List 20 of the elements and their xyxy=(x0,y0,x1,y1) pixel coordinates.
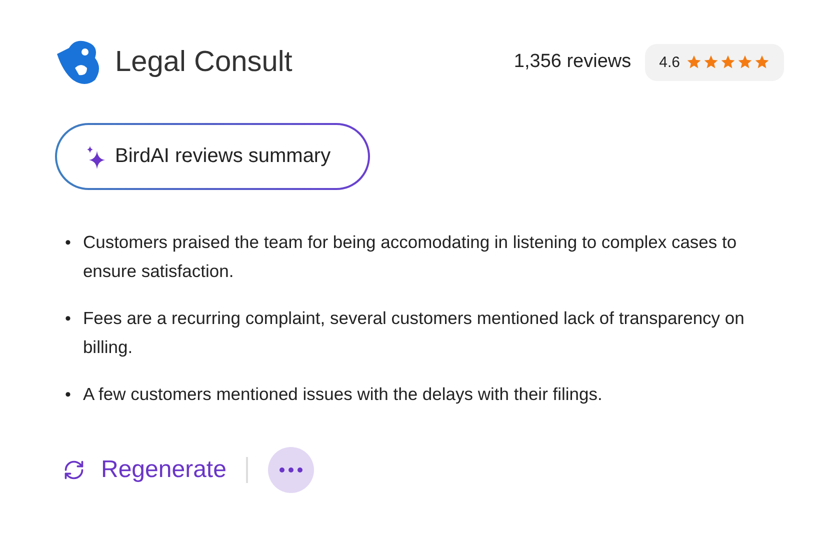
star-icon xyxy=(686,54,702,70)
bullet: • xyxy=(65,384,71,406)
star-icon xyxy=(720,54,736,70)
summary-title: BirdAI reviews summary xyxy=(115,145,331,168)
brand-name: Legal Consult xyxy=(115,46,292,78)
star-icon xyxy=(754,54,770,70)
star-icon xyxy=(737,54,753,70)
sparkle-icon xyxy=(85,144,107,168)
review-count: 1,356 reviews xyxy=(514,51,632,73)
regenerate-button[interactable]: Regenerate xyxy=(55,456,226,484)
bullet: • xyxy=(65,232,71,254)
more-button[interactable] xyxy=(268,447,314,493)
summary-point: Customers praised the team for being accomodating in listening to complex cases to ensure satisfaction. xyxy=(82,231,738,283)
bullet: • xyxy=(65,308,71,330)
rating-score: 4.6 xyxy=(659,54,680,70)
more-icon xyxy=(279,467,304,473)
summary-point: Fees are a recurring complaint, several customers mentioned lack of transparency on billing. xyxy=(82,307,746,359)
refresh-icon xyxy=(63,459,85,481)
summary-point: A few customers mentioned issues with the delays with their filings. xyxy=(82,383,604,406)
star-icon xyxy=(703,54,719,70)
